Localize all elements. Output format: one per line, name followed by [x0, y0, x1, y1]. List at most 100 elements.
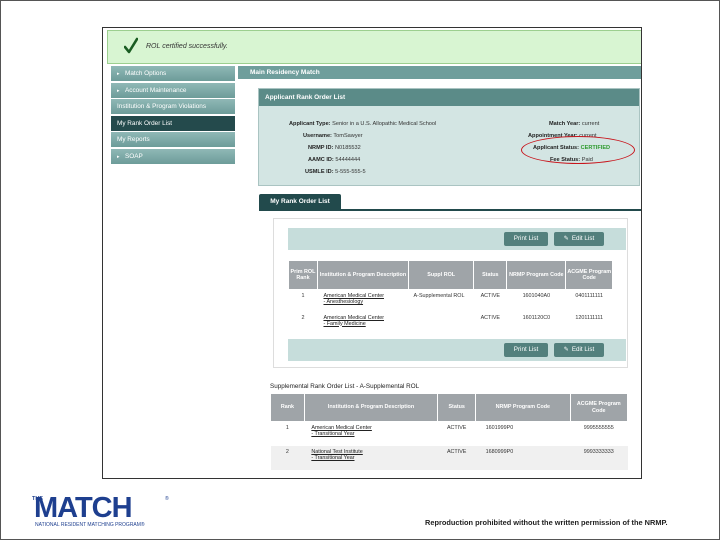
acgme-code-cell: 9993333333	[570, 445, 628, 470]
nrmp-code-cell: 1601040A0	[522, 293, 551, 299]
chevron-right-icon: ▸	[117, 153, 120, 160]
institution-cell: American Medical Center - Anesthesiology	[317, 290, 408, 312]
applicant-type-label: Applicant Type:	[289, 121, 331, 127]
applicant-type-row: Applicant Type: Senior in a U.S. Allopat…	[289, 121, 436, 127]
table-row: 2 American Medical Center - Family Medici…	[289, 312, 613, 334]
col-header-institution: Institution & Program Description	[303, 393, 439, 422]
nrmp-id-value: N0185532	[334, 145, 361, 151]
program-link[interactable]: - Anesthesiology	[323, 299, 363, 305]
sidebar-item-label: SOAP	[125, 152, 143, 160]
aamc-id-label: AAMC ID:	[308, 157, 334, 163]
checkmark-icon	[124, 37, 138, 54]
supplemental-title: Supplemental Rank Order List - A-Supplem…	[270, 383, 420, 390]
col-header-institution: Institution & Program Description	[316, 260, 410, 290]
col-header-acgme-code: ACGME Program Code	[569, 393, 629, 422]
print-list-button[interactable]: Print List	[504, 232, 548, 246]
success-banner: ROL certified successfully.	[107, 30, 641, 64]
sidebar-item-label: My Rank Order List	[117, 119, 173, 127]
applicant-type-value: Senior in a U.S. Allopathic Medical Scho…	[332, 121, 437, 127]
program-link[interactable]: - Transitional Year	[311, 455, 354, 461]
table-row: 1 American Medical Center - Transitional …	[271, 422, 628, 446]
pencil-icon: ✎	[563, 236, 569, 242]
sidebar-item-label: Account Maintenance	[125, 86, 187, 94]
rank-cell: 1	[301, 293, 305, 299]
logo-trademark: ®	[165, 496, 169, 502]
match-year-label: Match Year:	[549, 121, 581, 127]
program-link[interactable]: - Family Medicine	[323, 321, 365, 327]
sidebar-item-my-rank-order-list[interactable]: My Rank Order List	[111, 115, 235, 131]
print-list-button[interactable]: Print List	[504, 343, 548, 357]
rank-cell: 2	[270, 445, 305, 470]
aamc-id-value: 54444444	[335, 157, 361, 163]
institution-cell: American Medical Center - Transitional Ye…	[304, 422, 437, 446]
program-link[interactable]: - Transitional Year	[311, 431, 354, 437]
col-header-status: Status	[437, 393, 477, 422]
logo-word: MATCH	[34, 492, 133, 524]
nrmp-id-row: NRMP ID: N0185532	[308, 145, 361, 151]
match-year-row: Match Year: current	[549, 121, 599, 127]
sidebar: ▸ Match Options ▸ Account Maintenance Inst…	[111, 66, 235, 165]
edit-list-button[interactable]: ✎ Edit List	[554, 343, 604, 357]
acgme-code-cell: 1201111111	[575, 314, 603, 321]
sidebar-item-match-options[interactable]: ▸ Match Options	[111, 66, 235, 81]
tab-my-rank-order-list[interactable]: My Rank Order List	[259, 194, 341, 209]
status-cell: ACTIVE	[480, 293, 501, 299]
sidebar-item-account-maintenance[interactable]: ▸ Account Maintenance	[111, 82, 235, 98]
main-header: Main Residency Match	[238, 66, 641, 79]
sidebar-item-label: My Reports	[117, 136, 150, 143]
username-row: Username: TomSawyer	[303, 133, 363, 139]
nrmp-screenshot: ROL certified successfully. ▸ Match Optio…	[102, 27, 642, 479]
status-cell: ACTIVE	[446, 425, 467, 431]
rank-cell: 1	[285, 425, 289, 431]
logo-subtitle: NATIONAL RESIDENT MATCHING PROGRAM®	[35, 522, 145, 528]
col-header-suppl: Suppl ROL	[408, 260, 475, 290]
success-message: ROL certified successfully.	[146, 43, 228, 50]
nrmp-code-cell: 1601120C0	[522, 314, 551, 321]
sidebar-item-my-reports[interactable]: My Reports	[111, 132, 235, 147]
nrmp-code-cell: 1601999P0	[485, 425, 514, 431]
match-year-value: current	[581, 121, 600, 127]
table-row: 1 American Medical Center - Anesthesiolog…	[289, 290, 613, 312]
edit-list-label: Edit List	[571, 235, 595, 242]
institution-cell: American Medical Center - Family Medicine	[317, 312, 408, 334]
chevron-right-icon: ▸	[117, 71, 120, 77]
edit-list-button[interactable]: ✎ Edit List	[554, 232, 604, 246]
primary-rol-table: Prim ROL Rank Institution & Program Desc…	[288, 260, 613, 334]
list-toolbar-bottom: Print List ✎ Edit List	[288, 339, 626, 361]
col-header-nrmp-code: NRMP Program Code	[475, 393, 571, 422]
institution-cell: National Test Institute - Transitional Ye…	[304, 445, 438, 470]
pencil-icon: ✎	[563, 347, 569, 353]
supplemental-rol-table: Rank Institution & Program Description S…	[270, 393, 629, 470]
tab-underline	[259, 209, 641, 211]
sidebar-item-label: Institution & Program Violations	[117, 103, 207, 110]
col-header-status: Status	[473, 260, 508, 290]
nrmp-id-label: NRMP ID:	[308, 145, 334, 151]
username-label: Username:	[303, 133, 332, 139]
col-header-rank: Rank	[270, 393, 305, 422]
edit-list-label: Edit List	[571, 346, 595, 353]
sidebar-item-soap[interactable]: ▸ SOAP	[111, 148, 235, 164]
rank-cell: 2	[301, 314, 305, 321]
usmle-id-label: USMLE ID:	[305, 169, 334, 175]
sidebar-item-label: Match Options	[125, 70, 167, 77]
col-header-rank: Prim ROL Rank	[288, 260, 318, 290]
usmle-id-row: USMLE ID: 5-555-555-5	[305, 169, 366, 175]
table-row: 2 National Test Institute - Transitional …	[270, 445, 628, 470]
usmle-id-value: 5-555-555-5	[335, 169, 366, 175]
print-list-label: Print List	[513, 235, 539, 242]
col-header-acgme-code: ACGME Program Code	[565, 260, 613, 290]
status-highlight-ellipse	[521, 136, 635, 164]
status-cell: ACTIVE	[437, 445, 476, 470]
col-header-nrmp-code: NRMP Program Code	[506, 260, 567, 290]
acgme-code-cell: 0401111111	[575, 293, 603, 299]
applicant-panel-title: Applicant Rank Order List	[259, 89, 639, 106]
print-list-label: Print List	[513, 346, 539, 353]
acgme-code-cell: 9995555555	[583, 425, 614, 431]
username-value: TomSawyer	[333, 133, 363, 139]
suppl-cell: A-Supplemental ROL	[413, 293, 465, 299]
aamc-id-row: AAMC ID: 54444444	[308, 157, 360, 163]
reproduction-notice: Reproduction prohibited without the writ…	[425, 518, 668, 527]
chevron-right-icon: ▸	[117, 87, 120, 94]
status-cell: ACTIVE	[480, 314, 501, 321]
sidebar-item-violations[interactable]: Institution & Program Violations	[111, 99, 235, 114]
